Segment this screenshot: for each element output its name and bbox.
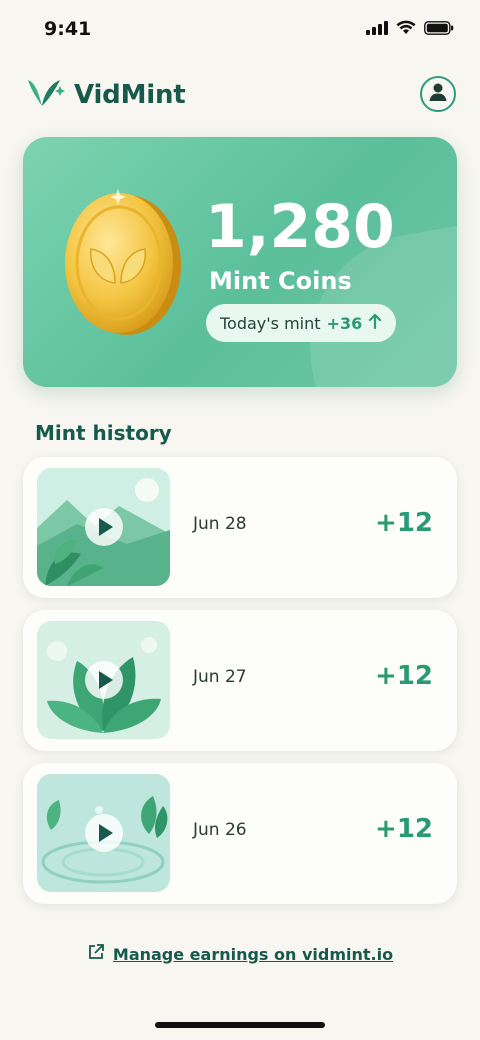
history-date: Jun 27 [193, 667, 247, 687]
history-amount: +12 [375, 814, 433, 844]
history-date: Jun 28 [193, 514, 247, 534]
app-logo[interactable]: VidMint [26, 76, 186, 114]
today-mint-label: Today's mint [220, 313, 321, 333]
mint-history-list: Jun 28 +12 Jun 27 +12 Jun 26 +12 [23, 457, 457, 916]
battery-icon [424, 20, 454, 39]
history-item[interactable]: Jun 28 +12 [23, 457, 457, 598]
profile-icon [427, 81, 449, 107]
history-amount: +12 [375, 661, 433, 691]
manage-earnings-link[interactable]: Manage earnings on vidmint.io [113, 945, 393, 964]
today-mint-badge: Today's mint +36 [206, 304, 397, 342]
home-indicator[interactable] [155, 1022, 325, 1028]
leaf-coin-icon [55, 185, 185, 339]
arrow-up-icon [368, 313, 382, 333]
play-icon[interactable] [84, 661, 123, 699]
vidmint-logo-icon [26, 76, 66, 114]
video-thumbnail[interactable] [37, 468, 170, 586]
balance-card: 1,280 Mint Coins Today's mint +36 [23, 137, 457, 387]
wifi-icon [396, 20, 416, 39]
app-header: VidMint [0, 70, 480, 120]
today-mint-delta: +36 [326, 313, 363, 333]
history-amount: +12 [375, 508, 433, 538]
section-title-mint-history: Mint history [35, 421, 172, 445]
video-thumbnail[interactable] [37, 774, 170, 892]
play-icon[interactable] [84, 508, 123, 546]
video-thumbnail[interactable] [37, 621, 170, 739]
history-item[interactable]: Jun 26 +12 [23, 763, 457, 904]
status-time: 9:41 [44, 18, 92, 40]
history-date: Jun 26 [193, 820, 247, 840]
history-item[interactable]: Jun 27 +12 [23, 610, 457, 751]
manage-earnings[interactable]: Manage earnings on vidmint.io [0, 943, 480, 965]
play-icon[interactable] [84, 814, 123, 852]
coin-balance: 1,280 [205, 192, 395, 262]
external-link-icon [87, 943, 105, 965]
profile-button[interactable] [420, 76, 456, 112]
status-bar: 9:41 [0, 0, 480, 58]
signal-icon [366, 20, 388, 39]
app-name: VidMint [74, 80, 186, 110]
status-icons [366, 20, 454, 39]
coin-balance-label: Mint Coins [209, 267, 352, 295]
